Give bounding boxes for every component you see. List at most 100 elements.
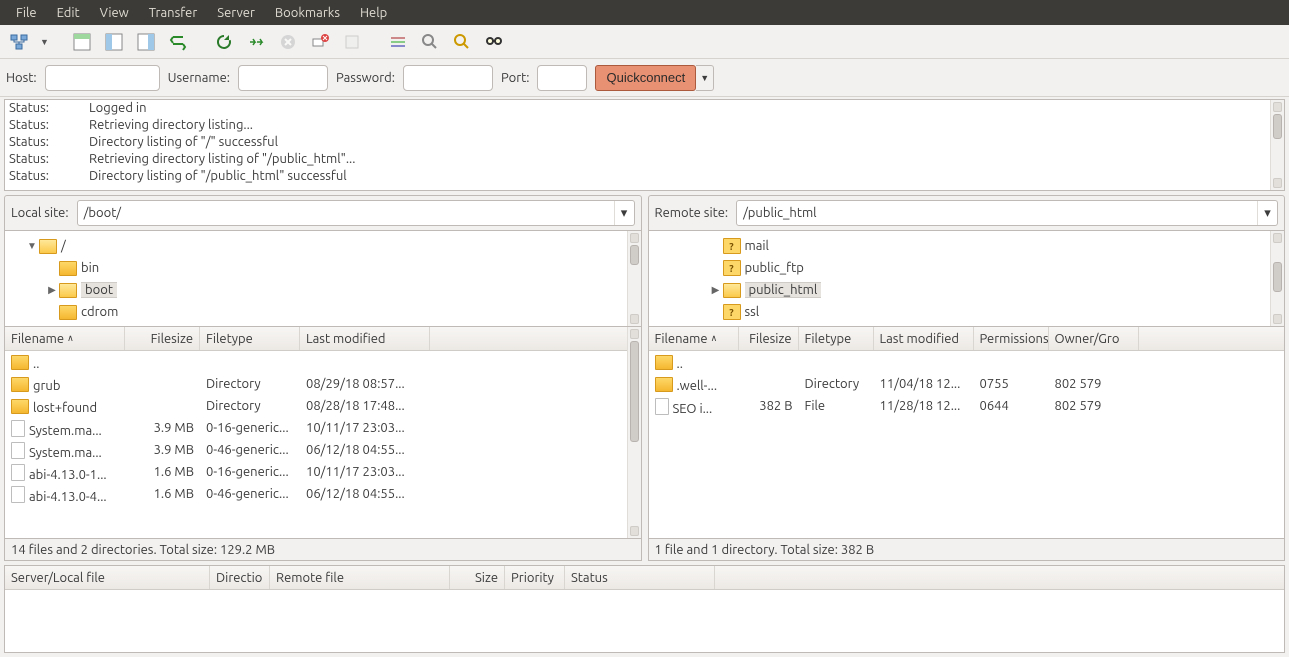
local-tree-scrollbar[interactable] xyxy=(627,231,641,326)
chevron-down-icon[interactable]: ▾ xyxy=(614,201,634,225)
column-header[interactable]: Last modified xyxy=(874,327,974,350)
column-header[interactable]: Filename∧ xyxy=(649,327,739,350)
column-header[interactable]: Owner/Gro xyxy=(1049,327,1139,350)
cancel-icon[interactable] xyxy=(275,29,301,55)
local-tree[interactable]: ▼/bin ▶ boot cdrom xyxy=(4,231,642,327)
refresh-icon[interactable] xyxy=(211,29,237,55)
toggle-localtree-icon[interactable] xyxy=(101,29,127,55)
file-row[interactable]: .well-...Directory11/04/18 12...0755802 … xyxy=(649,373,1285,395)
tree-item-label: boot xyxy=(81,282,117,298)
file-row[interactable]: System.ma...3.9 MB0-16-generic...10/11/1… xyxy=(5,417,641,439)
toggle-log-icon[interactable] xyxy=(69,29,95,55)
unknown-folder-icon xyxy=(723,260,745,276)
quickconnect-button[interactable]: Quickconnect xyxy=(595,65,696,91)
file-mod: 08/29/18 08:57... xyxy=(300,377,430,391)
tree-item[interactable]: ▶ boot xyxy=(5,279,641,301)
port-input[interactable] xyxy=(537,65,587,91)
sync-browse-icon[interactable] xyxy=(449,29,475,55)
tree-item[interactable]: mail xyxy=(649,235,1285,257)
menu-file[interactable]: File xyxy=(6,2,47,24)
expand-icon[interactable]: ▶ xyxy=(709,284,723,296)
column-header[interactable]: Status xyxy=(565,566,715,589)
file-row[interactable]: System.ma...3.9 MB0-46-generic...06/12/1… xyxy=(5,439,641,461)
remote-tree-scrollbar[interactable] xyxy=(1270,231,1284,326)
column-header[interactable]: Priority xyxy=(505,566,565,589)
compare-icon[interactable] xyxy=(417,29,443,55)
column-header[interactable]: Filetype xyxy=(799,327,874,350)
tree-item[interactable]: ▼/ xyxy=(5,235,641,257)
file-size: 3.9 MB xyxy=(125,421,200,435)
column-header[interactable]: Filesize xyxy=(125,327,200,350)
local-filelist[interactable]: Filename∧FilesizeFiletypeLast modified .… xyxy=(4,327,642,539)
remote-filelist[interactable]: Filename∧FilesizeFiletypeLast modifiedPe… xyxy=(648,327,1286,539)
file-size: 3.9 MB xyxy=(125,443,200,457)
log-message: Retrieving directory listing... xyxy=(89,117,253,134)
tree-item[interactable]: ▶ public_html xyxy=(649,279,1285,301)
host-input[interactable] xyxy=(45,65,160,91)
reconnect-icon[interactable] xyxy=(339,29,365,55)
expand-icon[interactable]: ▼ xyxy=(25,240,39,252)
file-row[interactable]: SEO i...382 BFile11/28/18 12...0644802 5… xyxy=(649,395,1285,417)
message-log: Status:Logged inStatus:Retrieving direct… xyxy=(4,99,1285,191)
file-type: File xyxy=(799,399,874,413)
process-queue-icon[interactable] xyxy=(243,29,269,55)
menu-server[interactable]: Server xyxy=(207,2,265,24)
tree-item[interactable]: public_ftp xyxy=(649,257,1285,279)
file-row[interactable]: .. xyxy=(5,351,641,373)
folder-icon xyxy=(59,303,81,321)
file-type: Directory xyxy=(799,377,874,391)
column-header[interactable]: Last modified xyxy=(300,327,430,350)
folder-icon xyxy=(723,281,745,299)
toggle-queue-icon[interactable] xyxy=(165,29,191,55)
menu-bookmarks[interactable]: Bookmarks xyxy=(265,2,350,24)
tree-item-label: cdrom xyxy=(81,305,118,319)
column-header[interactable]: Directio xyxy=(210,566,270,589)
log-scrollbar[interactable] xyxy=(1270,100,1284,190)
username-input[interactable] xyxy=(238,65,328,91)
file-icon xyxy=(11,424,29,438)
file-type: 0-16-generic... xyxy=(200,421,300,435)
expand-icon[interactable]: ▶ xyxy=(45,284,59,296)
column-header[interactable]: Server/Local file xyxy=(5,566,210,589)
disconnect-icon[interactable] xyxy=(307,29,333,55)
tree-item-label: public_html xyxy=(745,282,822,298)
tree-item[interactable]: bin xyxy=(5,257,641,279)
log-message: Retrieving directory listing of "/public… xyxy=(89,151,355,168)
file-own: 802 579 xyxy=(1049,399,1139,413)
remote-path-value: /public_html xyxy=(737,206,1257,220)
menu-edit[interactable]: Edit xyxy=(47,2,90,24)
remote-path-combo[interactable]: /public_html ▾ xyxy=(736,200,1278,226)
quickconnect-dropdown-icon[interactable]: ▼ xyxy=(696,65,714,91)
local-path-combo[interactable]: /boot/ ▾ xyxy=(77,200,635,226)
column-header[interactable]: Filetype xyxy=(200,327,300,350)
queue-rows[interactable] xyxy=(5,590,1284,652)
column-header[interactable]: Filesize xyxy=(739,327,799,350)
tree-item[interactable]: ssl xyxy=(649,301,1285,323)
file-row[interactable]: abi-4.13.0-4...1.6 MB0-46-generic...06/1… xyxy=(5,483,641,505)
search-icon[interactable] xyxy=(481,29,507,55)
file-row[interactable]: abi-4.13.0-1...1.6 MB0-16-generic...10/1… xyxy=(5,461,641,483)
folder-icon xyxy=(11,379,33,393)
menu-view[interactable]: View xyxy=(90,2,139,24)
menu-help[interactable]: Help xyxy=(350,2,397,24)
column-header[interactable]: Filename∧ xyxy=(5,327,125,350)
password-input[interactable] xyxy=(403,65,493,91)
file-row[interactable]: lost+foundDirectory08/28/18 17:48... xyxy=(5,395,641,417)
file-row[interactable]: .. xyxy=(649,351,1285,373)
column-header[interactable]: Remote file xyxy=(270,566,450,589)
toggle-remotetree-icon[interactable] xyxy=(133,29,159,55)
column-header[interactable]: Size xyxy=(450,566,505,589)
chevron-down-icon[interactable]: ▾ xyxy=(1257,201,1277,225)
menu-transfer[interactable]: Transfer xyxy=(139,2,208,24)
column-header[interactable]: Permissions xyxy=(974,327,1049,350)
host-label: Host: xyxy=(6,71,37,85)
local-filelist-scrollbar[interactable] xyxy=(627,327,641,538)
tree-item[interactable]: cdrom xyxy=(5,301,641,323)
sitemanager-icon[interactable] xyxy=(6,29,32,55)
remote-tree[interactable]: mailpublic_ftp ▶ public_htmlssl xyxy=(648,231,1286,327)
log-message: Logged in xyxy=(89,100,147,117)
filter-icon[interactable] xyxy=(385,29,411,55)
sitemanager-dropdown-icon[interactable]: ▼ xyxy=(40,37,49,47)
transfer-queue: Server/Local fileDirectioRemote fileSize… xyxy=(4,565,1285,653)
file-row[interactable]: grubDirectory08/29/18 08:57... xyxy=(5,373,641,395)
